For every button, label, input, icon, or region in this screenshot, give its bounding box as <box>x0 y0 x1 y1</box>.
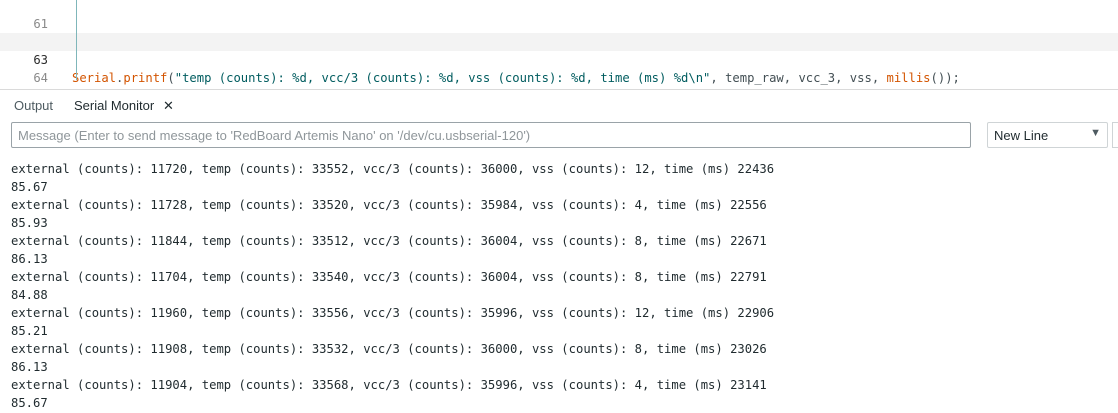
serial-output-line: 86.13 <box>11 252 48 266</box>
indent-guide <box>76 0 77 80</box>
code-line[interactable]: 64 Serial.println(temp_f); <box>0 51 1118 103</box>
code-editor[interactable]: 61 float vcc_v = getVCCV(); // computed … <box>0 0 1118 120</box>
code-line[interactable]: 61 float vcc_v = getVCCV(); // computed … <box>0 0 1118 49</box>
code-line[interactable]: 62 <box>0 14 1118 48</box>
serial-toolbar: New Line ▼ <box>0 119 1118 155</box>
serial-output-line: 85.21 <box>11 324 48 338</box>
tab-serial-monitor[interactable]: Serial Monitor <box>74 98 154 113</box>
toolbar-button[interactable] <box>1112 122 1118 148</box>
serial-output-line: 85.67 <box>11 396 48 410</box>
serial-output-line: external (counts): 11908, temp (counts):… <box>11 342 767 356</box>
code-line[interactable]: 65 } <box>0 68 1118 120</box>
line-ending-select[interactable]: New Line ▼ <box>987 122 1108 148</box>
message-input[interactable] <box>11 122 971 148</box>
serial-output[interactable]: external (counts): 11720, temp (counts):… <box>0 155 1118 413</box>
line-ending-value: New Line <box>994 128 1049 143</box>
serial-output-line: external (counts): 11704, temp (counts):… <box>11 270 767 284</box>
serial-output-line: external (counts): 11720, temp (counts):… <box>11 162 775 176</box>
serial-output-line: 85.67 <box>11 180 48 194</box>
serial-output-line: external (counts): 11844, temp (counts):… <box>11 234 767 248</box>
bottom-panel-tabs: Output Serial Monitor ✕ <box>0 89 1118 120</box>
close-icon[interactable]: ✕ <box>163 98 174 114</box>
serial-output-line: 84.88 <box>11 288 48 302</box>
tab-output[interactable]: Output <box>14 98 53 113</box>
serial-output-line: external (counts): 11728, temp (counts):… <box>11 198 767 212</box>
chevron-down-icon: ▼ <box>1090 127 1101 139</box>
code-line-active[interactable]: 63 Serial.printf("temp (counts): %d, vcc… <box>0 33 1118 85</box>
serial-output-line: external (counts): 11904, temp (counts):… <box>11 378 767 392</box>
serial-output-line: external (counts): 11960, temp (counts):… <box>11 306 775 320</box>
serial-output-line: 85.93 <box>11 216 48 230</box>
serial-output-line: 86.13 <box>11 360 48 374</box>
